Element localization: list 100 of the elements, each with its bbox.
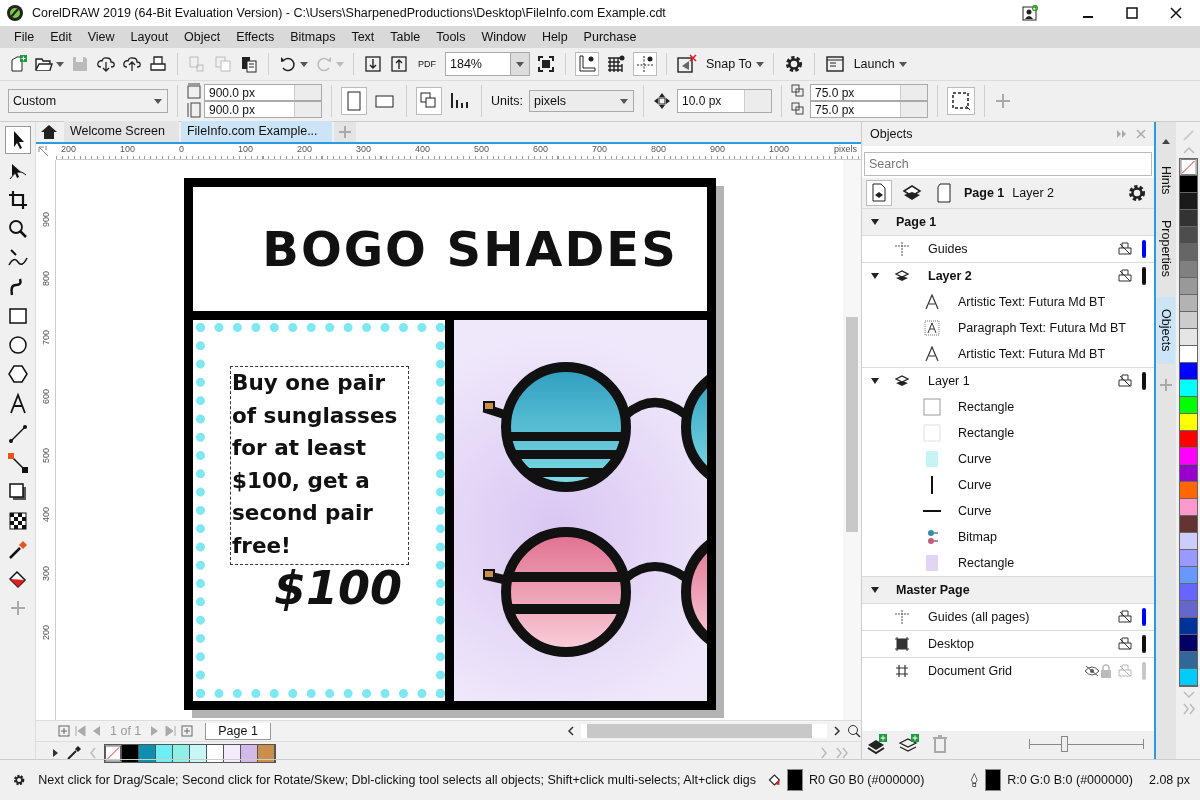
expand-arrow-icon[interactable] <box>870 585 880 595</box>
slider-thumb[interactable] <box>1060 736 1068 752</box>
cloud-download-icon[interactable] <box>96 54 116 74</box>
object-tree-item[interactable]: Rectangle <box>958 426 1015 440</box>
color-swatch[interactable] <box>1180 414 1197 431</box>
document-tab[interactable]: Welcome Screen <box>64 121 179 142</box>
zoom-icon[interactable] <box>847 724 861 738</box>
docker-tab[interactable]: Properties <box>1159 214 1173 284</box>
color-swatch[interactable] <box>1180 550 1197 567</box>
no-color-swatch[interactable] <box>1180 159 1197 176</box>
settings-icon[interactable] <box>1126 182 1148 204</box>
page-border-icon[interactable] <box>946 87 975 115</box>
color-swatch[interactable] <box>258 744 275 762</box>
new-document-icon[interactable] <box>8 54 28 74</box>
launch-button[interactable]: Launch <box>851 57 897 71</box>
rulers-icon[interactable] <box>575 52 599 76</box>
color-swatch[interactable] <box>1180 312 1197 329</box>
page-size-dropdown[interactable]: Custom <box>8 89 168 113</box>
object-tree-item[interactable]: Guides (all pages) <box>928 610 1030 624</box>
menu-item[interactable]: File <box>6 30 43 44</box>
scroll-right-icon[interactable] <box>831 725 843 737</box>
color-swatch[interactable] <box>1180 431 1197 448</box>
polygon-tool-icon[interactable] <box>5 362 30 386</box>
nudge-distance-field[interactable]: 10.0 px <box>676 89 772 113</box>
color-swatch[interactable] <box>1180 380 1197 397</box>
page-height-field[interactable]: 900.0 px <box>204 101 322 118</box>
object-tree-item[interactable]: Layer 2 <box>928 269 972 283</box>
color-swatch[interactable] <box>1180 601 1197 618</box>
cloud-upload-icon[interactable] <box>122 54 142 74</box>
color-swatch[interactable] <box>1180 618 1197 635</box>
outline-color-swatch[interactable] <box>984 769 1002 791</box>
menu-item[interactable]: Purchase <box>575 30 645 44</box>
pick-tool-icon[interactable] <box>4 126 31 154</box>
color-swatch[interactable] <box>1180 465 1197 482</box>
import-icon[interactable] <box>363 54 383 74</box>
color-swatch[interactable] <box>1180 499 1197 516</box>
color-swatch[interactable] <box>1180 244 1197 261</box>
printer-icon[interactable] <box>1118 637 1132 651</box>
object-tree-item[interactable]: Curve <box>958 452 992 466</box>
layer-color-bar[interactable] <box>1142 267 1146 285</box>
scroll-left-icon[interactable] <box>565 725 577 737</box>
color-swatch[interactable] <box>1180 397 1197 414</box>
menu-item[interactable]: Text <box>343 30 383 44</box>
grid-icon[interactable] <box>605 53 627 75</box>
layer-color-bar[interactable] <box>1142 372 1146 390</box>
color-swatch[interactable] <box>1180 363 1197 380</box>
color-swatch[interactable] <box>1180 227 1197 244</box>
color-swatch[interactable] <box>1180 669 1197 686</box>
printer-icon[interactable] <box>1118 374 1132 388</box>
layer-color-bar[interactable] <box>1142 635 1146 653</box>
expand-arrow-icon[interactable] <box>870 217 880 227</box>
color-swatch[interactable] <box>1180 193 1197 210</box>
color-swatch[interactable] <box>1180 346 1197 363</box>
color-swatch[interactable] <box>1180 516 1197 533</box>
home-icon[interactable] <box>40 124 58 140</box>
docker-tab[interactable]: Hints <box>1159 160 1173 201</box>
object-tree-item[interactable]: Artistic Text: Futura Md BT <box>958 295 1106 309</box>
vertical-scrollbar[interactable] <box>843 160 861 720</box>
page-layers-icon[interactable] <box>866 180 892 206</box>
document-tab[interactable]: FileInfo.com Example... <box>180 121 332 142</box>
color-swatch[interactable] <box>173 744 190 762</box>
publish-pdf-button[interactable]: PDF <box>415 56 439 72</box>
full-screen-icon[interactable] <box>536 54 556 74</box>
guidelines-icon[interactable] <box>633 52 657 76</box>
printer-icon[interactable] <box>1118 610 1132 624</box>
units-dropdown[interactable]: pixels <box>528 90 634 112</box>
printer-icon[interactable] <box>1118 242 1132 256</box>
layer-color-bar[interactable] <box>1142 240 1146 258</box>
object-tree-item[interactable]: Layer 1 <box>928 374 970 388</box>
color-swatch[interactable] <box>1180 533 1197 550</box>
snap-off-icon[interactable] <box>676 53 698 75</box>
object-tree-item[interactable]: Rectangle <box>958 400 1015 414</box>
object-tree-item[interactable]: Curve <box>958 478 992 492</box>
all-pages-icon[interactable] <box>416 87 442 115</box>
paste-icon[interactable] <box>239 54 259 74</box>
menu-item[interactable]: Object <box>176 30 229 44</box>
eyedropper-icon[interactable] <box>66 745 82 761</box>
docker-tab[interactable]: Objects <box>1157 297 1175 364</box>
color-swatch[interactable] <box>1180 567 1197 584</box>
undo-icon[interactable] <box>278 54 298 74</box>
snap-to-button[interactable]: Snap To <box>704 57 754 71</box>
object-tree-item[interactable]: Page 1 <box>896 215 937 229</box>
expand-arrow-icon[interactable] <box>870 271 880 281</box>
object-tree-item[interactable]: Desktop <box>928 637 974 651</box>
menu-item[interactable]: Layout <box>122 30 177 44</box>
print-icon[interactable] <box>148 54 168 74</box>
object-tree-item[interactable]: Artistic Text: Futura Md BT <box>958 347 1106 361</box>
search-field[interactable]: Search <box>864 152 1152 176</box>
window-icon[interactable] <box>823 53 846 75</box>
horizontal-scrollbar[interactable] <box>581 724 827 738</box>
object-tree-item[interactable]: Guides <box>928 242 968 256</box>
user-account-icon[interactable] <box>1022 5 1038 21</box>
color-swatch[interactable] <box>1180 176 1197 193</box>
color-swatch[interactable] <box>241 744 258 762</box>
fill-color-swatch[interactable] <box>786 769 803 791</box>
layer-color-bar[interactable] <box>1142 662 1146 680</box>
caret-icon[interactable] <box>755 61 764 67</box>
page-width-field[interactable]: 900.0 px <box>204 84 322 101</box>
connector-tool-icon[interactable] <box>5 451 30 475</box>
caret-icon[interactable] <box>898 61 907 67</box>
